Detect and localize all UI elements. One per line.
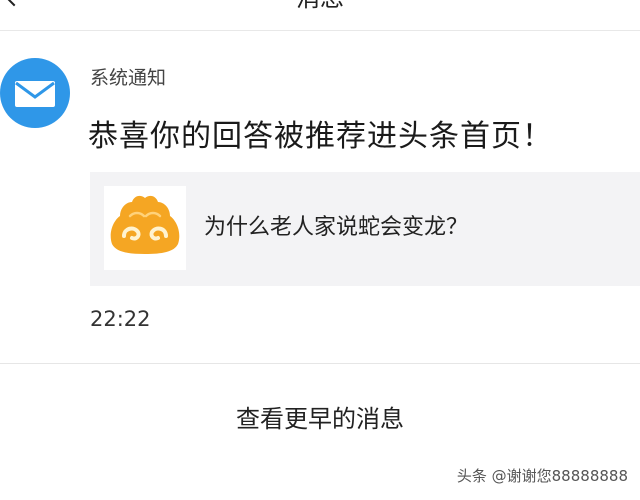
question-title: 为什么老人家说蛇会变龙？ [204,215,469,240]
mail-icon [15,81,55,107]
top-bar: 消息 [0,0,640,31]
view-earlier-messages-button[interactable]: 查看更早的消息 [0,404,640,434]
wukong-logo-icon [110,195,180,254]
page-title: 消息 [0,0,640,12]
system-avatar[interactable] [0,58,70,128]
sender-name: 系统通知 [90,67,167,89]
divider [0,363,640,364]
timestamp: 22:22 [90,307,151,331]
question-thumbnail [104,186,186,270]
question-card[interactable]: 为什么老人家说蛇会变龙？ [90,172,640,286]
watermark: 头条 @谢谢您88888888 [456,467,628,485]
notification-message: 恭喜你的回答被推荐进头条首页！ [88,119,553,154]
